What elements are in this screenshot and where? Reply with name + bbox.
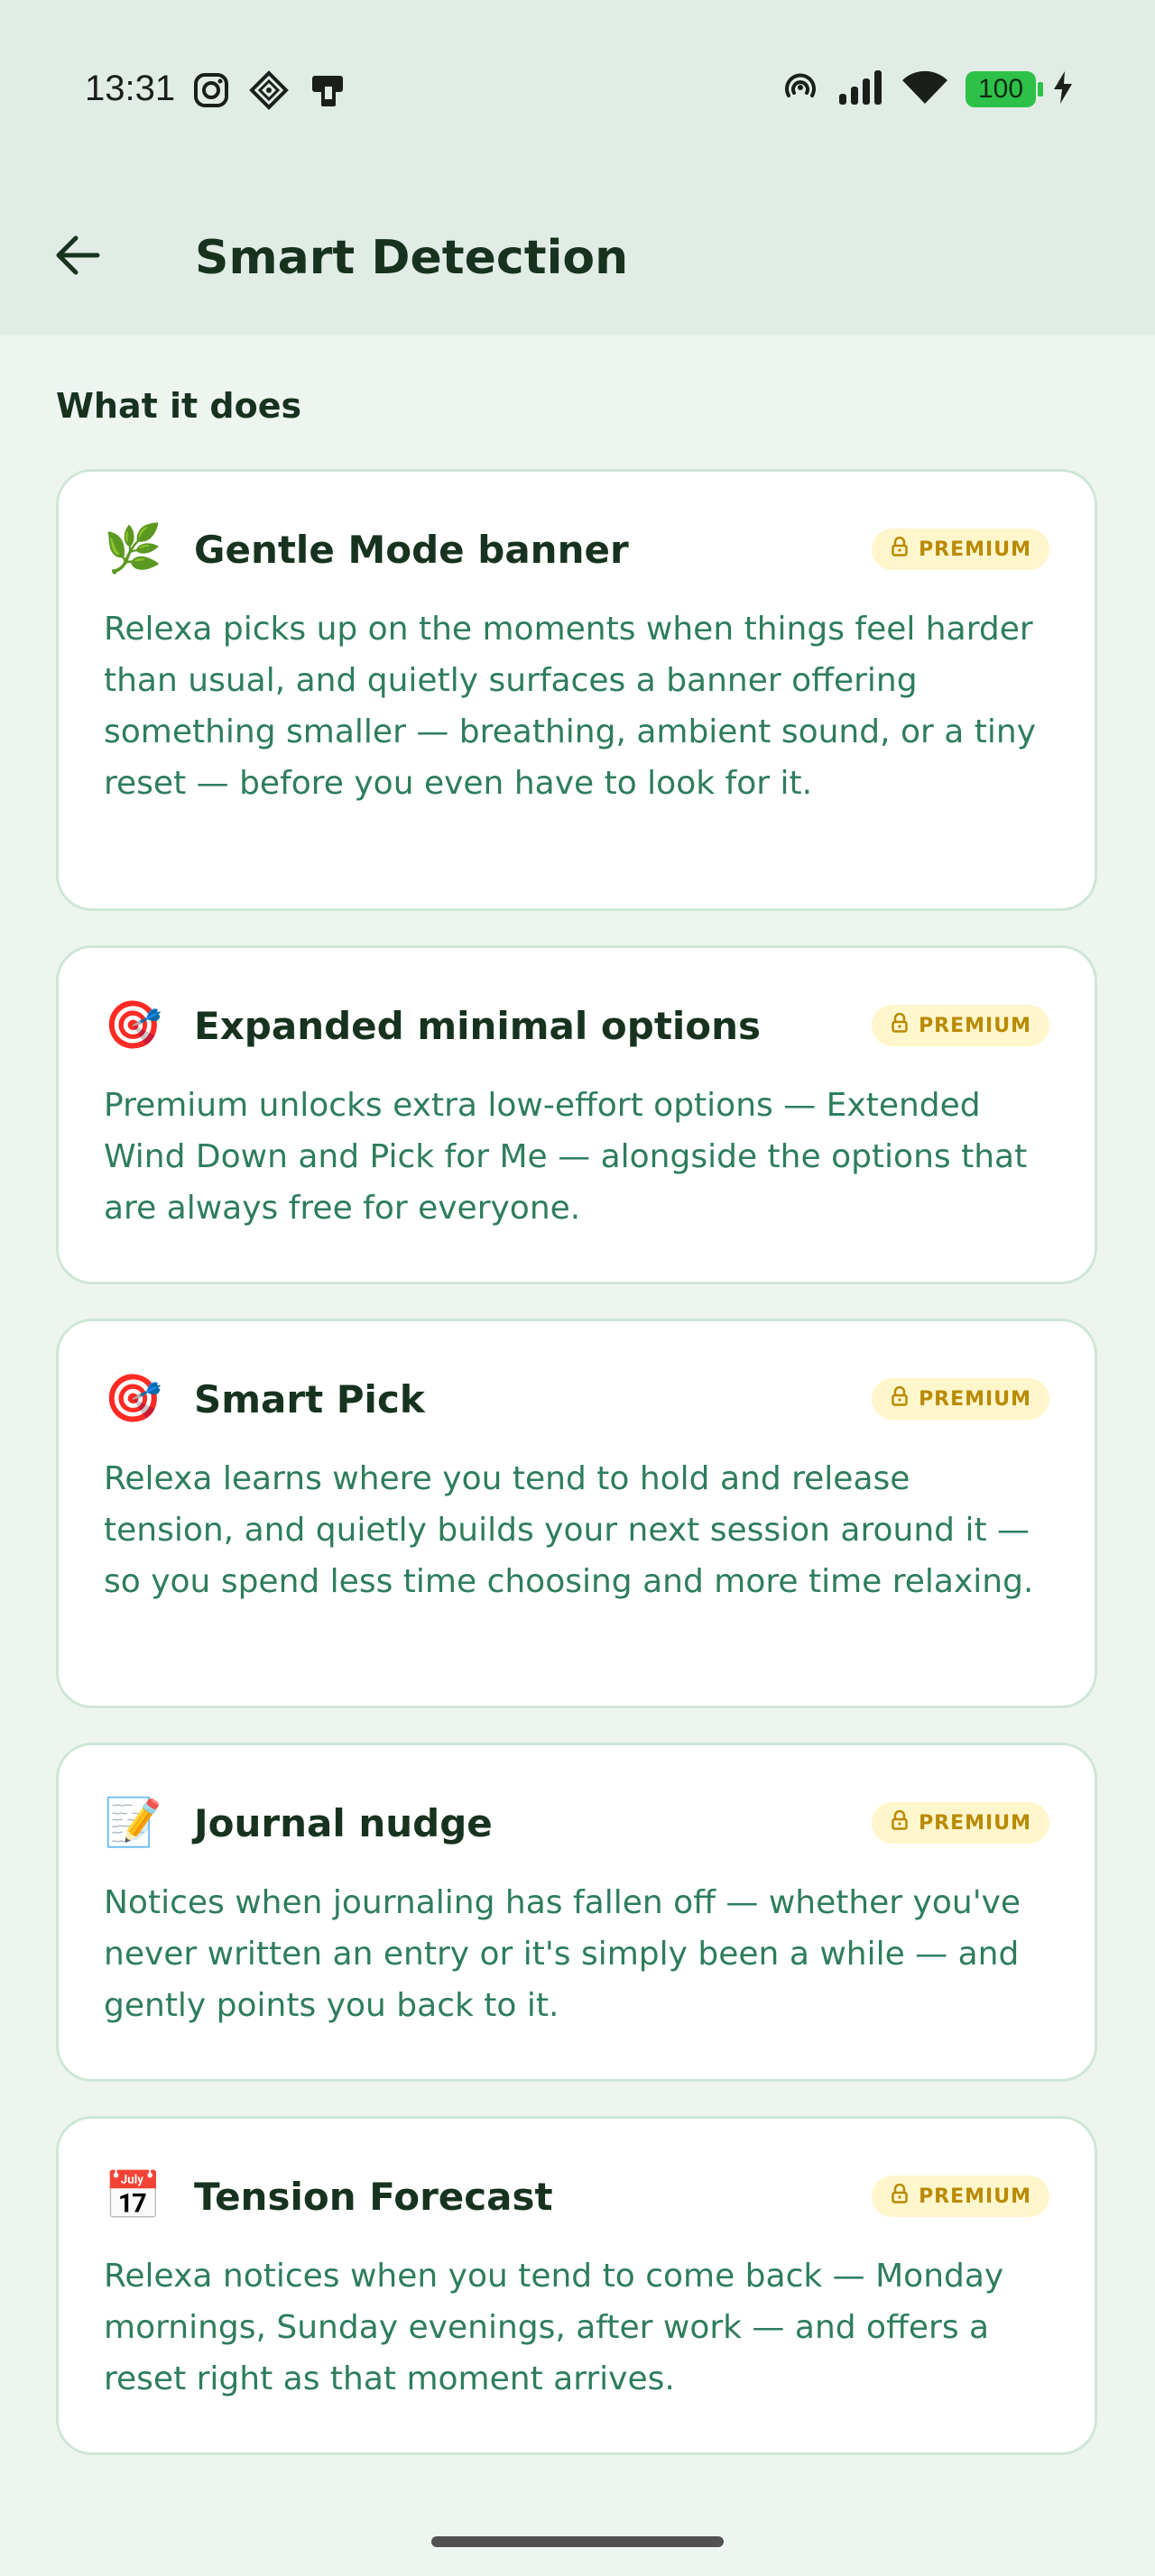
app-bar: Smart Detection: [0, 180, 1155, 336]
feature-card-tension-forecast: 📅 Tension Forecast PREMIUM Relexa notice…: [56, 2116, 1097, 2455]
lock-icon: [892, 1385, 908, 1412]
feature-card-journal-nudge: 📝 Journal nudge PREMIUM Notices when jou…: [56, 1743, 1097, 2082]
home-indicator[interactable]: [431, 2536, 724, 2547]
device-app-icon: [309, 70, 348, 114]
card-description: Notices when journaling has fallen off —…: [104, 1884, 1021, 2024]
premium-badge: PREMIUM: [872, 1005, 1049, 1046]
wifi-icon: [902, 69, 947, 109]
card-header: 🎯 Expanded minimal options PREMIUM: [104, 997, 1049, 1054]
battery-level: 100: [977, 74, 1024, 104]
card-title: Smart Pick: [194, 1376, 425, 1421]
card-description: Premium unlocks extra low-effort options…: [104, 1087, 1028, 1227]
diamond-app-icon: [249, 70, 289, 114]
status-bar: 13:31 100: [0, 0, 1155, 180]
status-time: 13:31: [85, 69, 176, 108]
card-title: Gentle Mode banner: [194, 527, 629, 572]
card-header: 🌿 Gentle Mode banner PREMIUM: [104, 520, 1049, 578]
feature-card-smart-pick: 🎯 Smart Pick PREMIUM Relexa learns where…: [56, 1319, 1097, 1708]
card-description: Relexa picks up on the moments when thin…: [104, 611, 1036, 802]
premium-label: PREMIUM: [919, 1387, 1031, 1411]
lock-icon: [892, 1809, 908, 1835]
premium-badge: PREMIUM: [872, 1378, 1049, 1420]
target-icon: 🎯: [104, 1372, 162, 1426]
card-header: 📝 Journal nudge PREMIUM: [104, 1794, 1049, 1852]
premium-badge: PREMIUM: [872, 529, 1049, 570]
lock-icon: [892, 2183, 908, 2209]
notification-icons: [193, 70, 348, 114]
premium-label: PREMIUM: [919, 1811, 1031, 1835]
battery-icon: 100: [966, 71, 1043, 107]
card-title: Journal nudge: [194, 1800, 493, 1845]
herb-icon: 🌿: [104, 522, 162, 576]
card-description: Relexa learns where you tend to hold and…: [104, 1460, 1034, 1600]
arrow-left-icon: [52, 231, 101, 283]
premium-label: PREMIUM: [919, 1014, 1031, 1037]
feature-card-expanded-options: 🎯 Expanded minimal options PREMIUM Premi…: [56, 945, 1097, 1284]
card-title: Tension Forecast: [194, 2174, 553, 2219]
page-title: Smart Detection: [195, 231, 629, 285]
feature-card-gentle-mode: 🌿 Gentle Mode banner PREMIUM Relexa pick…: [56, 469, 1097, 911]
target-icon: 🎯: [104, 998, 162, 1053]
premium-badge: PREMIUM: [872, 2176, 1049, 2217]
hotspot-icon: [781, 69, 819, 110]
card-description: Relexa notices when you tend to come bac…: [104, 2258, 1004, 2397]
back-button[interactable]: [45, 225, 108, 289]
instagram-icon: [193, 72, 229, 112]
premium-label: PREMIUM: [919, 2185, 1031, 2208]
card-header: 📅 Tension Forecast PREMIUM: [104, 2167, 1049, 2225]
signal-icon: [837, 69, 884, 110]
section-title: What it does: [56, 386, 302, 426]
lock-icon: [892, 536, 908, 562]
lock-icon: [892, 1012, 908, 1038]
premium-badge: PREMIUM: [872, 1802, 1049, 1844]
card-header: 🎯 Smart Pick PREMIUM: [104, 1370, 1049, 1428]
card-title: Expanded minimal options: [194, 1003, 762, 1048]
system-icons: 100: [781, 69, 1072, 110]
memo-icon: 📝: [104, 1796, 162, 1850]
charging-icon: [1054, 71, 1072, 107]
calendar-icon: 📅: [104, 2169, 162, 2223]
premium-label: PREMIUM: [919, 538, 1031, 561]
